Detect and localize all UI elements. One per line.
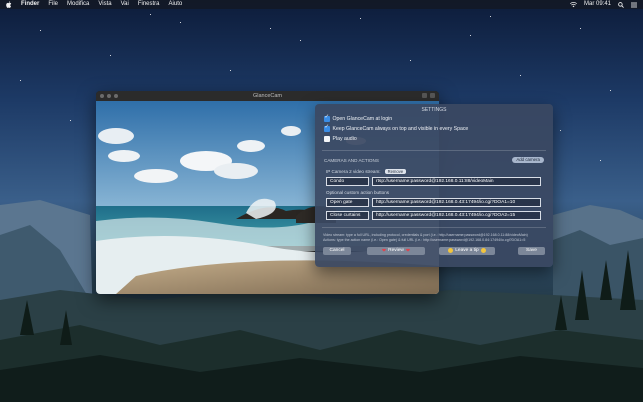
checkbox-always-on-top[interactable] xyxy=(324,125,330,132)
menu-app-name[interactable]: Finder xyxy=(21,0,39,9)
heart-icon: ❤ xyxy=(405,247,411,254)
review-label: Review xyxy=(388,247,404,253)
option-always-on-top[interactable]: Keep GlanceCam always on top and visible… xyxy=(315,124,553,134)
tip-label: Leave a tip xyxy=(455,247,479,253)
apple-icon[interactable] xyxy=(6,1,12,8)
menu-clock[interactable]: Mar 09:41 xyxy=(584,0,611,9)
cameras-section-header: CAMERAS AND ACTIONS Add camera xyxy=(315,156,553,164)
stream-label-row: IP Camera 2 video stream: Remove xyxy=(315,168,553,175)
menu-aiuto[interactable]: Aiuto xyxy=(169,0,183,9)
option-open-at-login[interactable]: Open GlanceCam at login xyxy=(315,114,553,124)
leave-tip-button[interactable]: Leave a tip xyxy=(439,246,495,255)
menu-finestra[interactable]: Finestra xyxy=(138,0,160,9)
stream-label: IP Camera 2 video stream: xyxy=(326,169,381,174)
camera-fields: Condo rtsp://username:password@192.168.0… xyxy=(315,177,553,187)
action-name-field[interactable]: Open gate xyxy=(326,198,369,207)
action-url-field[interactable]: http://username:password@192.168.0.43:17… xyxy=(372,198,541,207)
close-button[interactable] xyxy=(100,94,104,98)
settings-title: SETTINGS xyxy=(421,107,447,113)
checkbox-play-audio[interactable] xyxy=(324,136,330,142)
action-row: Close curtains http://username:password@… xyxy=(315,211,553,221)
window-titlebar[interactable]: GlanceCam xyxy=(96,91,439,101)
save-button[interactable]: Save xyxy=(518,246,545,255)
action-url-field[interactable]: http://username:password@192.168.0.43:17… xyxy=(372,211,541,220)
option-play-audio[interactable]: Play audio xyxy=(315,134,553,144)
option-label: Keep GlanceCam always on top and visible… xyxy=(332,126,469,132)
custom-actions-label: Optional custom action buttons xyxy=(326,190,390,195)
section-title: CAMERAS AND ACTIONS xyxy=(324,157,379,163)
menu-vista[interactable]: Vista xyxy=(98,0,111,9)
checkbox-open-at-login[interactable] xyxy=(324,115,330,122)
minimize-button[interactable] xyxy=(107,94,111,98)
wifi-icon[interactable] xyxy=(569,1,577,8)
action-name-field[interactable]: Close curtains xyxy=(326,211,369,220)
remove-camera-button[interactable]: Remove xyxy=(384,168,407,175)
heart-icon: ❤ xyxy=(381,247,387,254)
divider xyxy=(322,227,546,228)
window-title: GlanceCam xyxy=(252,93,283,99)
camera-name-field[interactable]: Condo xyxy=(326,177,369,186)
search-icon[interactable] xyxy=(618,1,624,8)
settings-buttons: Cancel ❤ Review ❤ Leave a tip Save xyxy=(315,246,553,255)
save-label: Save xyxy=(526,247,537,253)
window-traffic-lights xyxy=(100,94,118,98)
settings-icon[interactable] xyxy=(430,93,435,98)
zoom-button[interactable] xyxy=(114,94,118,98)
help-text-actions: Actions: type the action name (i.e.: Ope… xyxy=(323,238,526,242)
camera-switch-icon[interactable] xyxy=(422,93,427,98)
divider xyxy=(322,150,546,151)
review-button[interactable]: ❤ Review ❤ xyxy=(367,246,425,255)
menu-bar: Finder File Modifica Vista Vai Finestra … xyxy=(0,0,643,9)
menu-modifica[interactable]: Modifica xyxy=(67,0,89,9)
action-row: Open gate http://username:password@192.1… xyxy=(315,198,553,208)
settings-panel: SETTINGS Open GlanceCam at login Keep Gl… xyxy=(315,104,553,267)
menu-file[interactable]: File xyxy=(48,0,58,9)
coin-icon xyxy=(448,248,454,253)
camera-url-field[interactable]: rtsp://username:password@192.168.0.11:88… xyxy=(372,177,541,186)
menu-vai[interactable]: Vai xyxy=(121,0,129,9)
cancel-label: Cancel xyxy=(329,247,345,253)
list-icon[interactable] xyxy=(631,2,637,8)
window-title-controls xyxy=(422,93,435,98)
option-label: Open GlanceCam at login xyxy=(332,116,393,122)
option-label: Play audio xyxy=(332,136,357,142)
add-camera-button[interactable]: Add camera xyxy=(512,157,544,163)
cancel-button[interactable]: Cancel xyxy=(323,246,351,255)
coin-icon xyxy=(480,248,486,253)
